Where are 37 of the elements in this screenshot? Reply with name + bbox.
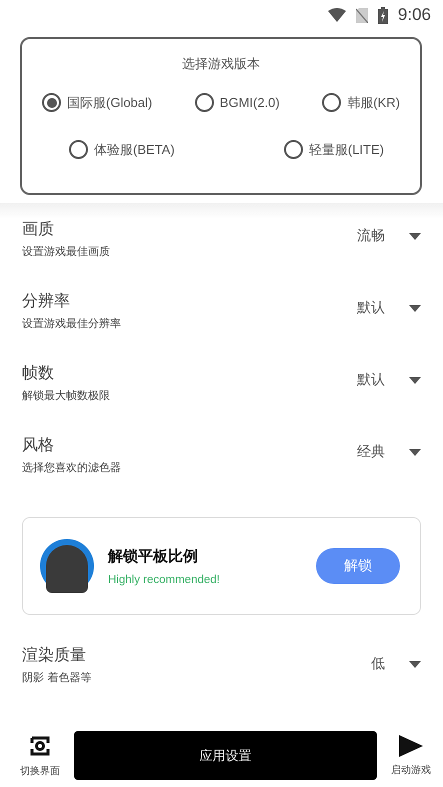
- setting-description: 设置游戏最佳画质: [22, 244, 110, 259]
- switch-view-button[interactable]: 切换界面: [20, 734, 60, 778]
- setting-description: 选择您喜欢的滤色器: [22, 460, 121, 475]
- clock-time: 9:06: [398, 5, 431, 25]
- start-game-button[interactable]: 启动游戏: [391, 734, 431, 776]
- radio-option[interactable]: 韩服(KR): [322, 93, 400, 112]
- tablet-icon: [40, 539, 94, 593]
- caret-icon: [409, 376, 421, 384]
- setting-title: 帧数: [22, 363, 55, 384]
- caret-icon: [409, 660, 421, 668]
- promo-subtitle: Highly recommended!: [108, 574, 221, 586]
- dropdown[interactable]: 经典: [357, 443, 421, 461]
- radio-option[interactable]: 体验服(BETA): [69, 140, 175, 159]
- dropdown[interactable]: 流畅: [357, 227, 421, 245]
- play-icon: [399, 734, 423, 756]
- dropdown[interactable]: 默认: [357, 371, 421, 389]
- caret-icon: [409, 304, 421, 312]
- promo-title: 解锁平板比例: [108, 546, 199, 566]
- setting-title: 渲染质量: [22, 645, 87, 666]
- no-sim-icon: [356, 8, 368, 22]
- dropdown[interactable]: 低: [371, 655, 421, 673]
- wifi-icon: [328, 8, 346, 22]
- dropdown[interactable]: 默认: [357, 299, 421, 317]
- battery-charging-icon: [378, 6, 388, 24]
- setting-description: 解锁最大帧数极限: [22, 388, 110, 403]
- apply-button[interactable]: 应用设置: [74, 731, 377, 780]
- setting-title: 风格: [22, 435, 55, 456]
- setting-description: 设置游戏最佳分辨率: [22, 316, 121, 331]
- radio-option[interactable]: 轻量服(LITE): [284, 140, 384, 159]
- radio-option[interactable]: 国际服(Global): [42, 93, 152, 112]
- radio-option[interactable]: BGMI(2.0): [194, 93, 280, 112]
- setting-description: 阴影 着色器等: [22, 670, 92, 685]
- caret-icon: [409, 232, 421, 240]
- setting-title: 分辨率: [22, 291, 71, 312]
- card-title: 选择游戏版本: [182, 56, 260, 73]
- setting-title: 画质: [22, 219, 55, 240]
- caret-icon: [409, 448, 421, 456]
